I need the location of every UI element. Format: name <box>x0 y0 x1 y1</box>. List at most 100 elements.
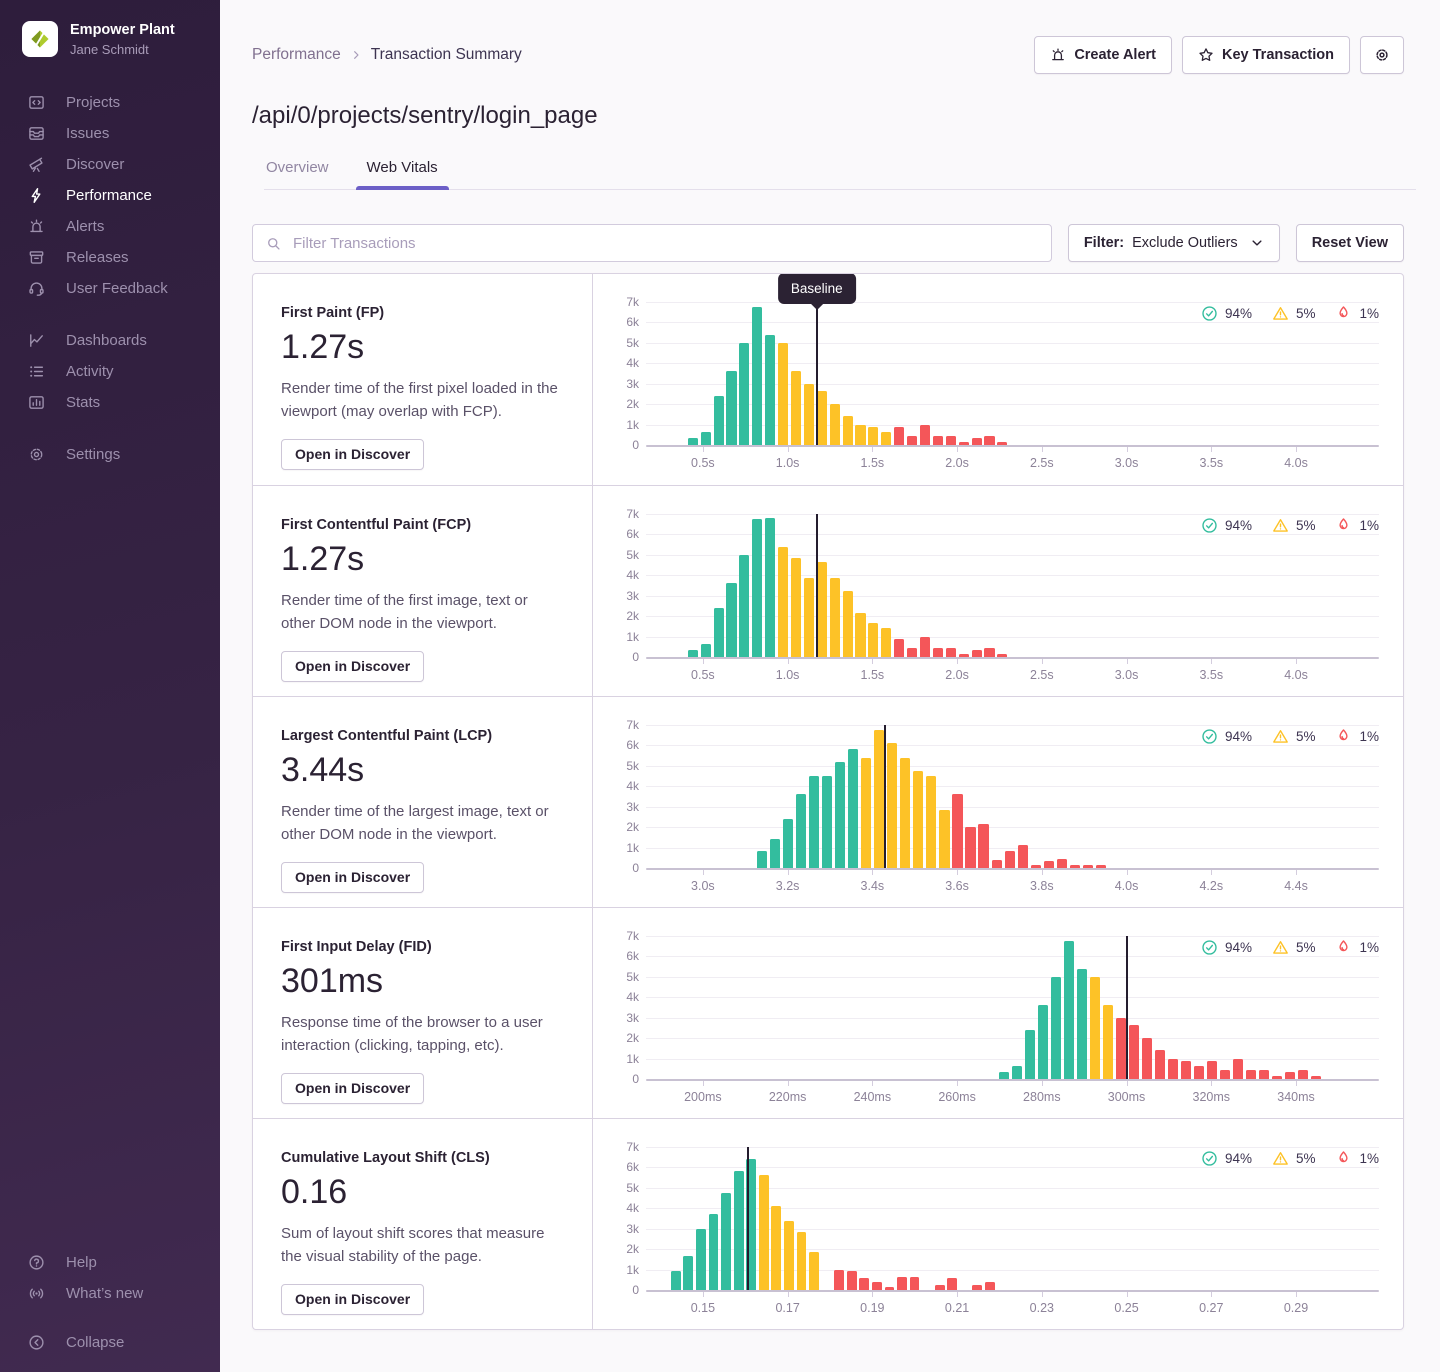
sidebar-item-user-feedback[interactable]: User Feedback <box>0 273 220 304</box>
key-transaction-button[interactable]: Key Transaction <box>1182 36 1350 74</box>
sidebar: Empower Plant Jane Schmidt ProjectsIssue… <box>0 0 220 1372</box>
sidebar-item-collapse[interactable]: Collapse <box>0 1327 220 1358</box>
histogram-bar <box>946 436 956 445</box>
y-axis-label: 7k <box>626 1140 639 1154</box>
sidebar-item-alerts[interactable]: Alerts <box>0 211 220 242</box>
histogram-bar <box>714 396 724 445</box>
tab-overview[interactable]: Overview <box>264 153 331 189</box>
histogram-bar <box>1181 1061 1191 1079</box>
histogram-bar <box>900 758 910 868</box>
histogram-bar <box>1116 1018 1126 1079</box>
x-axis-label: 2.0s <box>945 668 969 682</box>
histogram-bar <box>830 578 840 657</box>
histogram-bar <box>1142 1038 1152 1079</box>
sidebar-item-performance[interactable]: Performance <box>0 180 220 211</box>
sidebar-item-help[interactable]: Help <box>0 1247 220 1278</box>
check-circle-icon <box>1201 728 1218 745</box>
histogram-bar <box>997 442 1007 445</box>
sidebar-item-stats[interactable]: Stats <box>0 387 220 418</box>
y-axis-label: 6k <box>626 527 639 541</box>
y-axis-label: 4k <box>626 568 639 582</box>
org-switcher[interactable]: Empower Plant Jane Schmidt <box>0 0 220 77</box>
x-axis-line <box>646 445 1379 447</box>
vital-chart: 94% 5% 1% 7k6k5k4k3k2k1k0 0.5s1.0s1.5s2.… <box>593 274 1403 485</box>
y-axis-labels: 7k6k5k4k3k2k1k0 <box>609 725 639 870</box>
create-alert-button[interactable]: Create Alert <box>1034 36 1172 74</box>
tab-web-vitals[interactable]: Web Vitals <box>365 153 440 189</box>
vital-description: Sum of layout shift scores that measure … <box>281 1222 564 1269</box>
x-axis-tick <box>1042 1081 1043 1086</box>
histogram-bar <box>1064 941 1074 1079</box>
sidebar-item-issues[interactable]: Issues <box>0 118 220 149</box>
sidebar-item-discover[interactable]: Discover <box>0 149 220 180</box>
y-axis-label: 6k <box>626 949 639 963</box>
histogram-bar <box>933 648 943 657</box>
y-axis-label: 5k <box>626 336 639 350</box>
warning-triangle-icon <box>1272 517 1289 534</box>
filter-dropdown[interactable]: Filter: Exclude Outliers <box>1068 224 1280 262</box>
sidebar-item-dashboards[interactable]: Dashboards <box>0 325 220 356</box>
vital-value: 0.16 <box>281 1173 564 1212</box>
histogram-bar <box>1044 861 1054 868</box>
histogram-bar <box>1090 977 1100 1079</box>
histogram-bar <box>1298 1070 1308 1079</box>
vital-description: Response time of the browser to a user i… <box>281 1011 564 1058</box>
org-user: Jane Schmidt <box>70 42 175 57</box>
open-in-discover-button[interactable]: Open in Discover <box>281 862 424 893</box>
y-axis-label: 0 <box>632 438 639 452</box>
search-input[interactable] <box>291 234 1038 253</box>
y-axis-label: 2k <box>626 1031 639 1045</box>
x-axis-line <box>646 868 1379 870</box>
x-axis-tick <box>957 870 958 875</box>
sidebar-item-settings[interactable]: Settings <box>0 439 220 470</box>
x-axis-tick <box>703 1081 704 1086</box>
settings-button[interactable] <box>1360 36 1404 74</box>
sidebar-group: Dashboards Activity Stats <box>0 325 220 418</box>
performance-icon <box>28 187 45 204</box>
vital-card: First Contentful Paint (FCP) 1.27s Rende… <box>253 486 593 696</box>
y-axis-label: 6k <box>626 1160 639 1174</box>
histogram-bar <box>855 425 865 445</box>
vital-badges: 94% 5% 1% <box>1201 305 1379 322</box>
x-axis-tick <box>788 447 789 452</box>
sidebar-item-what-s-new[interactable]: What’s new <box>0 1278 220 1309</box>
issues-icon <box>28 125 45 142</box>
sidebar-item-label: Activity <box>66 363 114 380</box>
reset-view-button[interactable]: Reset View <box>1296 224 1404 262</box>
y-axis-label: 7k <box>626 295 639 309</box>
vital-card: Cumulative Layout Shift (CLS) 0.16 Sum o… <box>253 1119 593 1329</box>
vital-chart: 94% 5% 1% 7k6k5k4k3k2k1k0 200ms220ms240m… <box>593 908 1403 1118</box>
histogram-bar <box>1051 977 1061 1079</box>
sidebar-item-releases[interactable]: Releases <box>0 242 220 273</box>
open-in-discover-button[interactable]: Open in Discover <box>281 651 424 682</box>
page-title: /api/0/projects/sentry/login_page <box>252 102 1404 130</box>
vital-badges: 94% 5% 1% <box>1201 1150 1379 1167</box>
vital-row: First Input Delay (FID) 301ms Response t… <box>253 907 1403 1118</box>
histogram-plot: 0.5s1.0s1.5s2.0s2.5s3.0s3.5s4.0sBaseline <box>646 302 1379 447</box>
histogram-bar <box>701 644 711 657</box>
x-axis-tick <box>1127 1081 1128 1086</box>
breadcrumb-performance[interactable]: Performance <box>252 46 341 64</box>
histogram-bar <box>765 518 775 657</box>
user-feedback-icon <box>28 280 45 297</box>
histogram-bar <box>984 436 994 445</box>
sidebar-item-activity[interactable]: Activity <box>0 356 220 387</box>
x-axis-tick <box>957 659 958 664</box>
histogram-bar <box>791 558 801 657</box>
histogram-bar <box>894 639 904 657</box>
gridline <box>646 786 1379 787</box>
x-axis-label: 0.29 <box>1284 1301 1308 1315</box>
open-in-discover-button[interactable]: Open in Discover <box>281 439 424 470</box>
histogram-bar <box>834 1270 844 1290</box>
histogram-bar <box>709 1214 719 1290</box>
open-in-discover-button[interactable]: Open in Discover <box>281 1073 424 1104</box>
badge-meh-value: 5% <box>1296 306 1316 321</box>
histogram-bar <box>1077 969 1087 1079</box>
warning-triangle-icon <box>1272 305 1289 322</box>
y-axis-label: 6k <box>626 738 639 752</box>
vital-card: First Paint (FP) 1.27s Render time of th… <box>253 274 593 485</box>
sidebar-item-projects[interactable]: Projects <box>0 87 220 118</box>
open-in-discover-button[interactable]: Open in Discover <box>281 1284 424 1315</box>
histogram-bar <box>721 1193 731 1290</box>
histogram-bar <box>843 416 853 445</box>
